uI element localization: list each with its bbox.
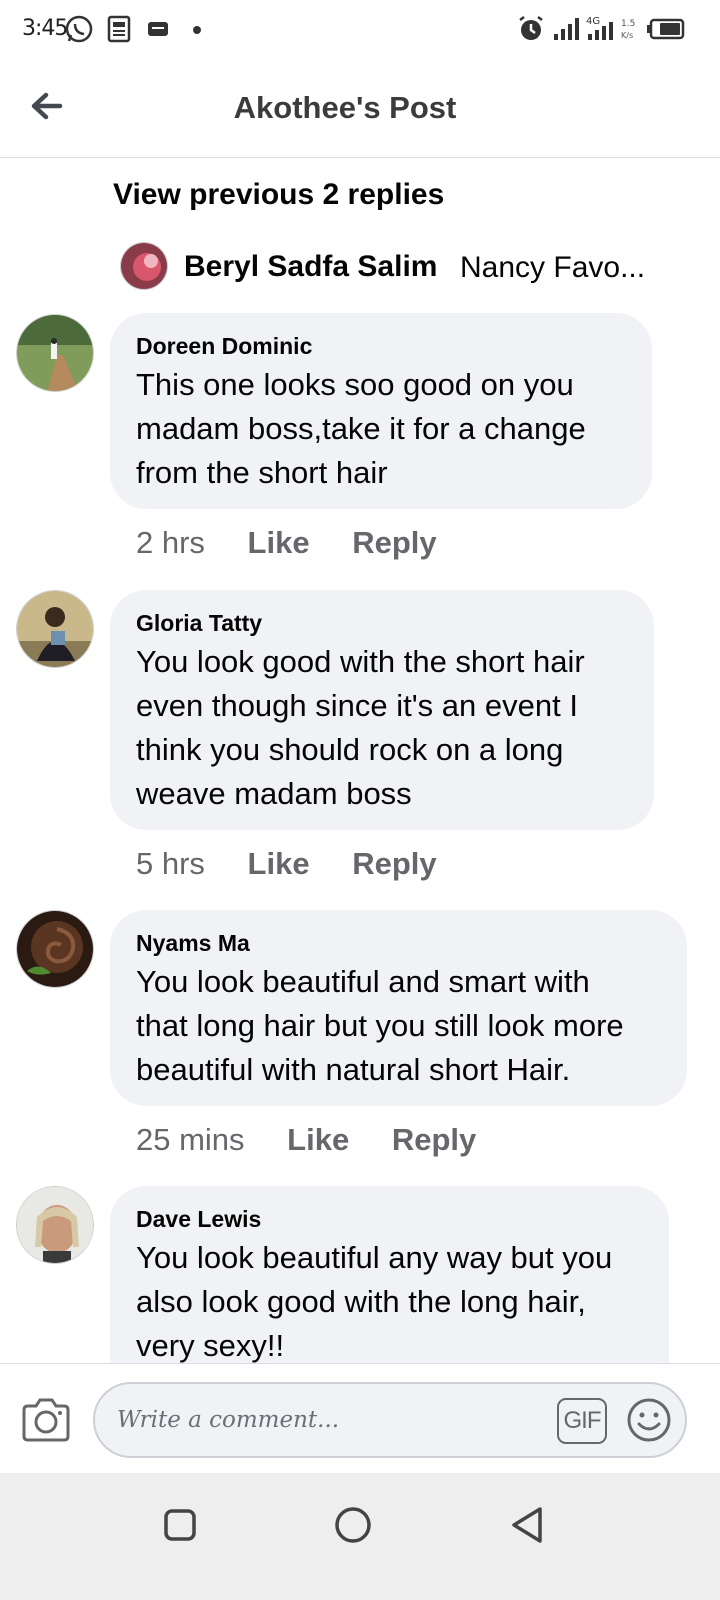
back-icon[interactable]: [502, 1501, 550, 1549]
comment-line: from the short hair: [136, 455, 388, 490]
alarm-icon: [519, 16, 543, 40]
comment-bubble[interactable]: Nyams Ma You look beautiful and smart wi…: [110, 910, 687, 1106]
comment-actions: 5 hrs Like Reply: [136, 846, 471, 882]
avatar[interactable]: [16, 1186, 94, 1264]
comment-time: 5 hrs: [136, 846, 205, 881]
comment-bubble[interactable]: Doreen Dominic This one looks soo good o…: [110, 313, 652, 509]
home-icon[interactable]: [329, 1501, 377, 1549]
view-previous-replies-link[interactable]: View previous 2 replies: [113, 178, 444, 212]
like-button[interactable]: Like: [248, 846, 310, 881]
comment-author[interactable]: Dave Lewis: [136, 1204, 643, 1234]
comment-line: also look good with the long hair,: [136, 1284, 586, 1319]
comment-bubble[interactable]: Gloria Tatty You look good with the shor…: [110, 590, 654, 830]
comment-time: 25 mins: [136, 1122, 245, 1157]
comment-line: madam boss,take it for a change: [136, 411, 586, 446]
comment-author[interactable]: Gloria Tatty: [136, 608, 628, 638]
message-icon: [148, 22, 168, 36]
comment-line: You look beautiful any way but you: [136, 1240, 613, 1275]
reply-button[interactable]: Reply: [352, 846, 436, 881]
comment-actions: 2 hrs Like Reply: [136, 525, 471, 561]
reply-button[interactable]: Reply: [352, 525, 436, 560]
smiley-icon[interactable]: [625, 1396, 673, 1444]
comment-input[interactable]: [117, 1400, 537, 1440]
comment-line: very sexy!!: [136, 1328, 285, 1363]
comment-line: This one looks soo good on you: [136, 367, 574, 402]
signal-4g-icon: 4G: [586, 16, 613, 40]
news-icon: [107, 15, 131, 43]
signal-icon: [554, 18, 579, 40]
comment-actions: 25 mins Like Reply: [136, 1122, 510, 1158]
comment-line: You look good with the short hair: [136, 644, 585, 679]
comment-time: 2 hrs: [136, 525, 205, 560]
reply-author[interactable]: Beryl Sadfa Salim: [184, 250, 437, 284]
avatar[interactable]: [120, 242, 168, 290]
comment-composer: GIF: [0, 1363, 720, 1473]
svg-text:4G: 4G: [586, 16, 600, 27]
svg-text:K/s: K/s: [621, 31, 633, 40]
recent-apps-icon[interactable]: [156, 1501, 204, 1549]
comment-author[interactable]: Nyams Ma: [136, 928, 661, 958]
comment-line: weave madam boss: [136, 776, 412, 811]
comment-line: think you should rock on a long: [136, 732, 564, 767]
latest-reply-preview[interactable]: Beryl Sadfa Salim Nancy Favo...: [120, 242, 680, 290]
whatsapp-icon: [65, 15, 93, 43]
status-time: 3:45: [22, 16, 68, 41]
dot-icon: [193, 26, 201, 34]
comment-field[interactable]: GIF: [93, 1382, 687, 1458]
comment-bubble[interactable]: Dave Lewis You look beautiful any way bu…: [110, 1186, 669, 1390]
comment-line: beautiful with natural short Hair.: [136, 1052, 571, 1087]
like-button[interactable]: Like: [287, 1122, 349, 1157]
comment-line: even though since it's an event I: [136, 688, 578, 723]
comment-line: that long hair but you still look more: [136, 1008, 624, 1043]
page-title: Akothee's Post: [233, 90, 457, 125]
comment-text: You look beautiful any way but you also …: [136, 1236, 643, 1368]
camera-icon[interactable]: [20, 1396, 72, 1444]
reply-button[interactable]: Reply: [392, 1122, 476, 1157]
reply-snippet: Nancy Favo...: [460, 251, 646, 284]
comment-line: You look beautiful and smart with: [136, 964, 590, 999]
post-header: Akothee's Post: [0, 62, 720, 158]
data-speed-icon: 1.5 K/s: [621, 19, 635, 40]
comment-author[interactable]: Doreen Dominic: [136, 331, 626, 361]
comment-text: You look beautiful and smart with that l…: [136, 960, 661, 1092]
avatar[interactable]: [16, 314, 94, 392]
avatar[interactable]: [16, 590, 94, 668]
comments-feed[interactable]: View previous 2 replies Beryl Sadfa Sali…: [0, 158, 720, 1390]
avatar[interactable]: [16, 910, 94, 988]
svg-text:1.5: 1.5: [621, 19, 635, 29]
comment-text: This one looks soo good on you madam bos…: [136, 363, 626, 495]
comment-text: You look good with the short hair even t…: [136, 640, 628, 816]
battery-icon: [647, 18, 685, 40]
status-bar: 3:45 4G 1.5 K/s: [0, 0, 720, 62]
system-nav-bar: [0, 1473, 720, 1600]
gif-button[interactable]: GIF: [557, 1398, 607, 1444]
like-button[interactable]: Like: [248, 525, 310, 560]
